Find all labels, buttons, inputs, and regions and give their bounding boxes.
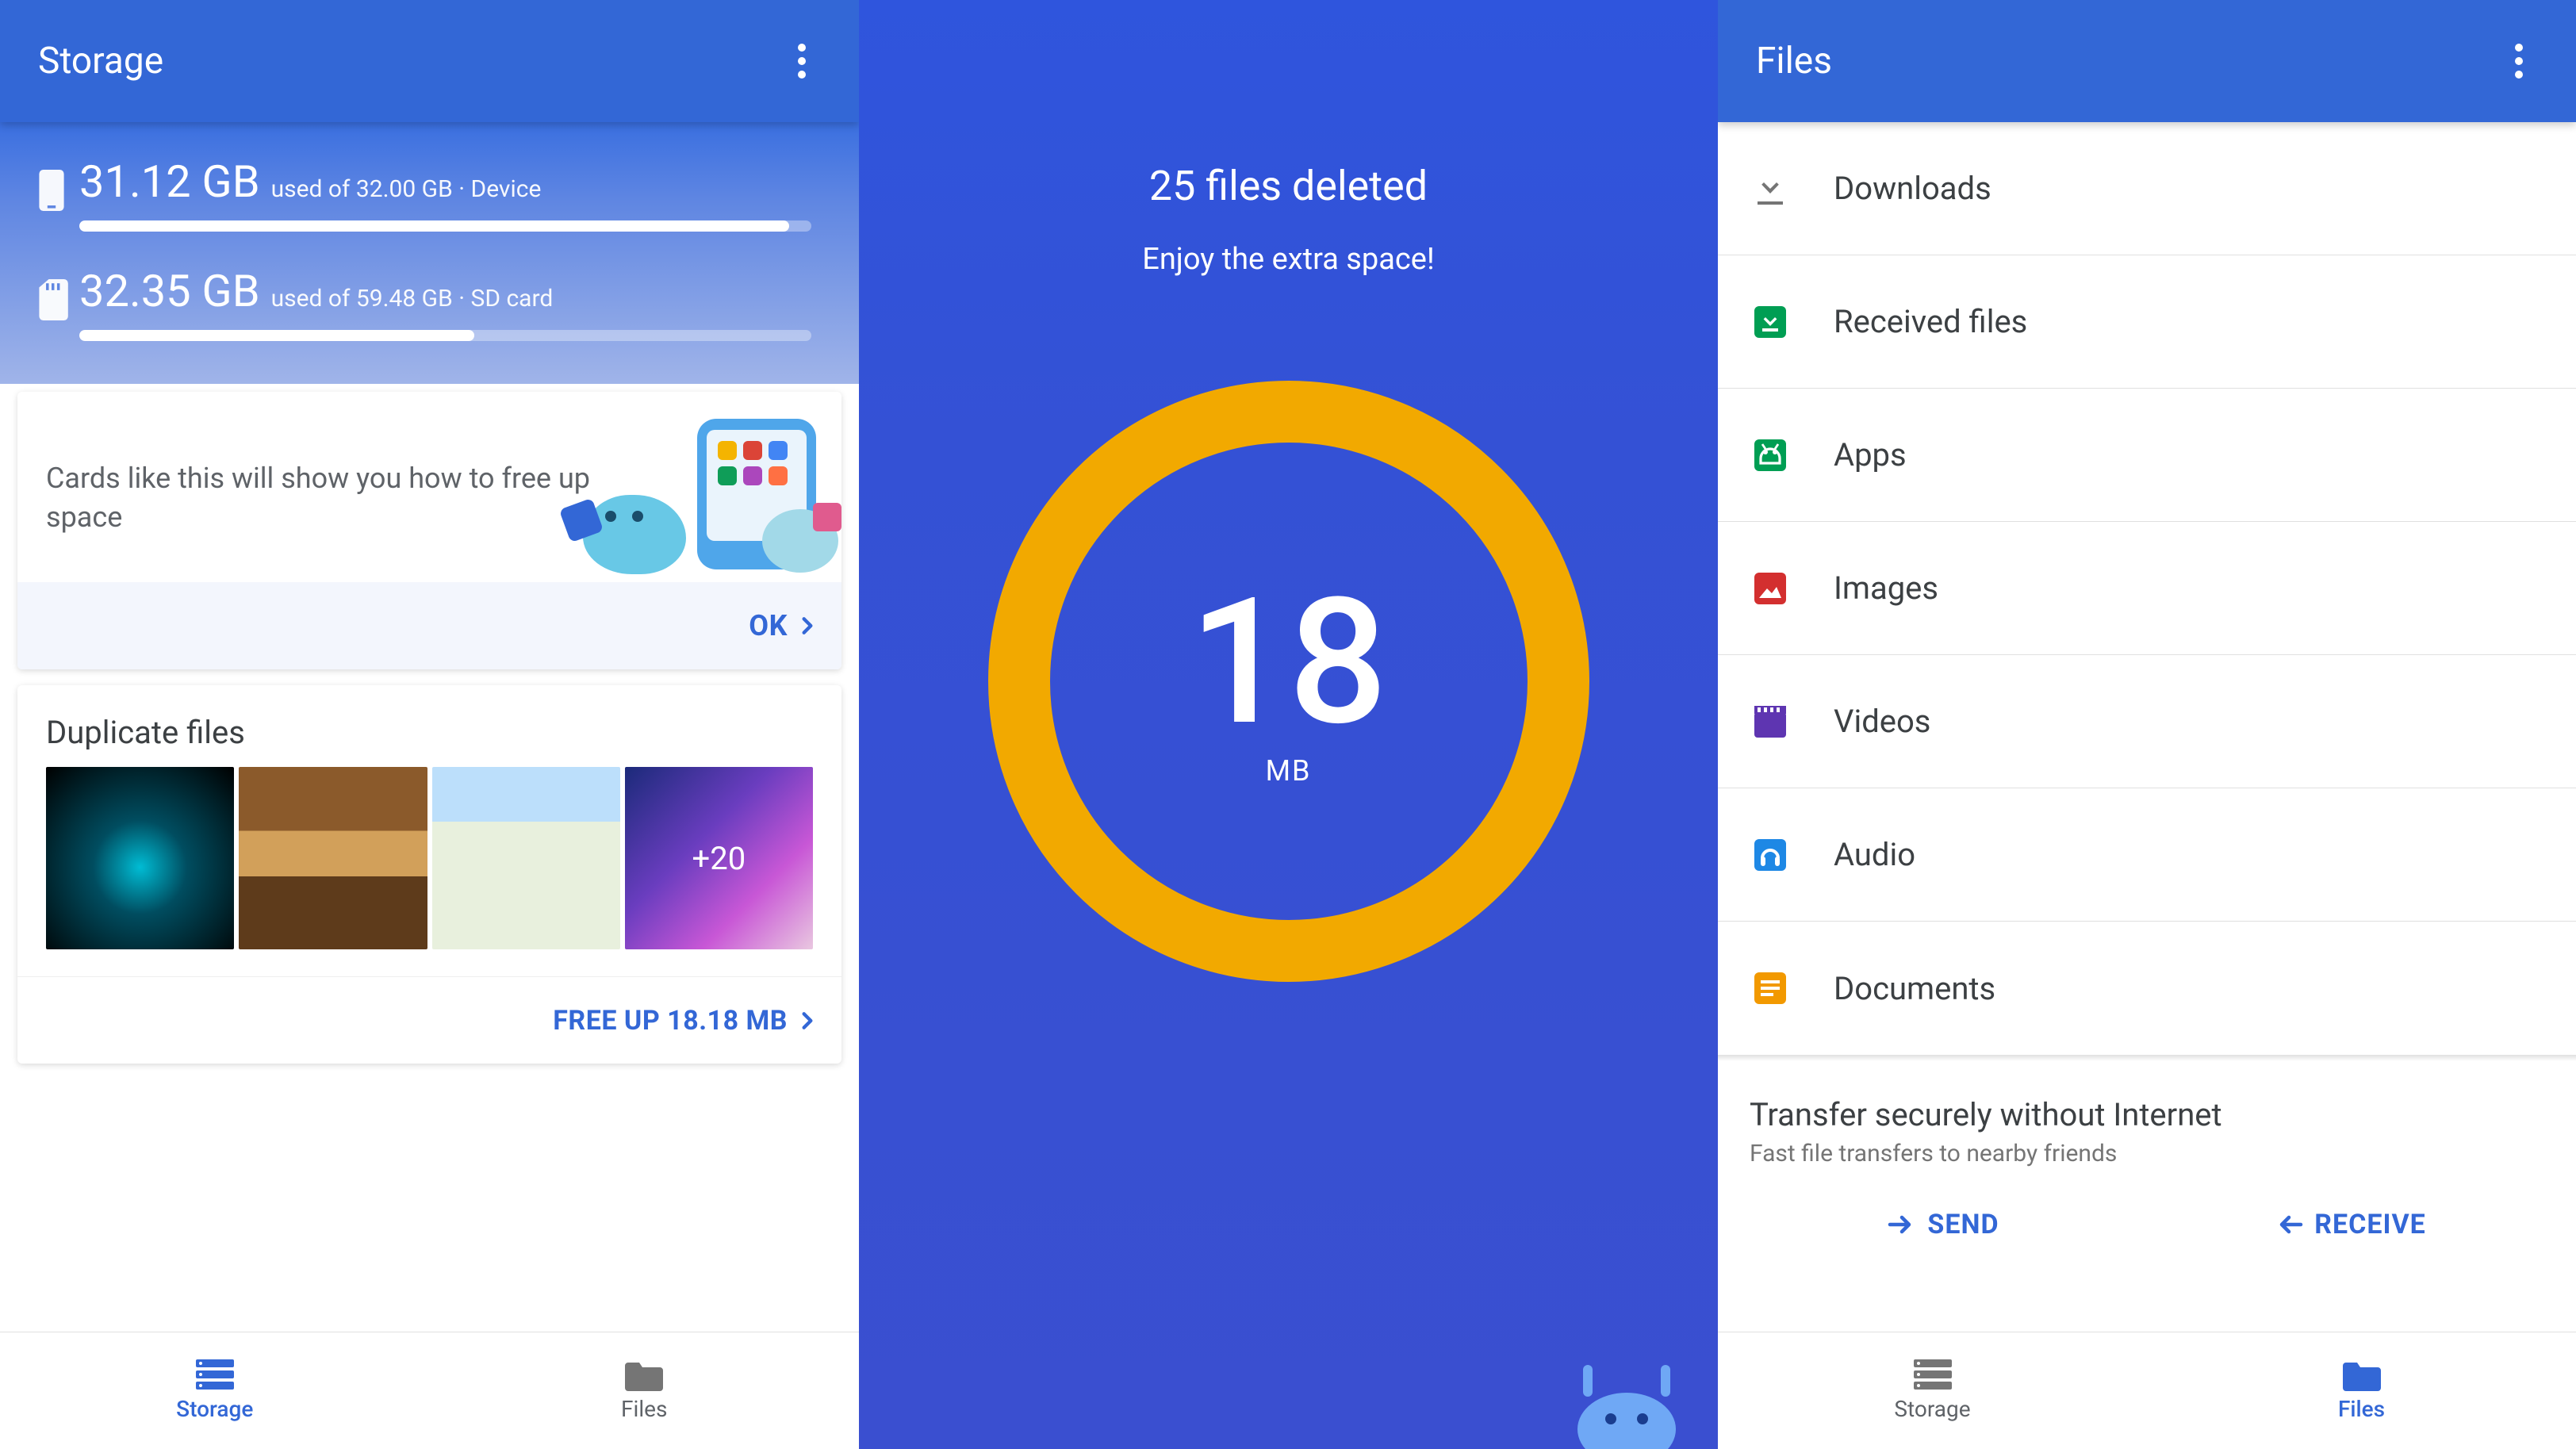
category-label: Received files <box>1834 303 2027 340</box>
more-vert-icon <box>798 44 806 79</box>
appbar-title: Files <box>1756 40 2494 82</box>
free-up-label: FREE UP 18.18 MB <box>553 1005 788 1037</box>
audio-icon <box>1748 833 1792 877</box>
free-up-button[interactable]: FREE UP 18.18 MB <box>17 976 841 1064</box>
storage-overview: 31.12 GB used of 32.00 GB · Device 32.35… <box>0 122 859 384</box>
documents-icon <box>1748 966 1792 1010</box>
tip-card-illustration <box>615 427 821 569</box>
category-apps[interactable]: Apps <box>1718 389 2576 522</box>
send-button[interactable]: SEND <box>1750 1204 2137 1245</box>
storage-screen: Storage 31.12 GB used of 32.00 GB · Devi… <box>0 0 859 1449</box>
tip-card-text: Cards like this will show you how to fre… <box>46 459 607 536</box>
category-downloads[interactable]: Downloads <box>1718 122 2576 255</box>
thumbnail-overflow[interactable]: +20 <box>625 767 813 949</box>
receive-label: RECEIVE <box>2314 1209 2426 1240</box>
received-files-icon <box>1748 300 1792 344</box>
device-icon <box>24 155 79 211</box>
duplicate-files-title: Duplicate files <box>17 714 841 767</box>
duplicate-thumbnails[interactable]: +20 <box>17 767 841 976</box>
transfer-section: Transfer securely without Internet Fast … <box>1718 1061 2576 1245</box>
category-documents[interactable]: Documents <box>1718 922 2576 1055</box>
tip-card-ok-button[interactable]: OK <box>17 582 841 669</box>
device-total: used of 32.00 GB · Device <box>271 175 542 203</box>
category-images[interactable]: Images <box>1718 522 2576 655</box>
storage-device-row[interactable]: 31.12 GB used of 32.00 GB · Device <box>24 144 835 254</box>
nav-storage-label: Storage <box>1894 1396 1970 1422</box>
category-received[interactable]: Received files <box>1718 255 2576 389</box>
more-button[interactable] <box>2494 36 2544 86</box>
category-label: Apps <box>1834 436 1907 473</box>
category-label: Downloads <box>1834 170 1991 207</box>
storage-icon <box>1914 1359 1952 1391</box>
thumbnail[interactable] <box>239 767 427 949</box>
apps-icon <box>1748 433 1792 477</box>
chevron-right-icon <box>797 1010 818 1031</box>
appbar: Storage <box>0 0 859 122</box>
transfer-title: Transfer securely without Internet <box>1750 1096 2544 1133</box>
images-icon <box>1748 566 1792 611</box>
nav-storage-label: Storage <box>176 1396 253 1422</box>
bottom-nav: Storage Files <box>0 1332 859 1449</box>
category-audio[interactable]: Audio <box>1718 788 2576 922</box>
transfer-subtitle: Fast file transfers to nearby friends <box>1750 1140 2544 1167</box>
thumbnail[interactable] <box>46 767 234 949</box>
category-list: Downloads Received files Apps Images Vid… <box>1718 122 2576 1055</box>
device-used: 31.12 GB <box>79 155 260 208</box>
mascot-icon <box>1567 1362 1686 1449</box>
send-label: SEND <box>1927 1209 1999 1240</box>
sd-total: used of 59.48 GB · SD card <box>271 285 554 312</box>
category-label: Images <box>1834 569 1938 607</box>
category-label: Audio <box>1834 836 1915 873</box>
thumbnail[interactable] <box>432 767 620 949</box>
tip-card: Cards like this will show you how to fre… <box>17 392 841 669</box>
duplicate-files-card: Duplicate files +20 FREE UP 18.18 MB <box>17 685 841 1064</box>
videos-icon <box>1748 700 1792 744</box>
folder-icon <box>2343 1359 2381 1391</box>
cleanup-result-screen: 25 files deleted Enjoy the extra space! … <box>859 0 1718 1449</box>
nav-storage-tab[interactable]: Storage <box>0 1332 430 1449</box>
device-progress <box>79 220 811 232</box>
bottom-nav: Storage Files <box>1718 1332 2576 1449</box>
deleted-subtitle: Enjoy the extra space! <box>1142 242 1435 277</box>
chevron-right-icon <box>797 615 818 636</box>
sd-card-icon <box>24 265 79 320</box>
appbar: Files <box>1718 0 2576 122</box>
nav-files-tab[interactable]: Files <box>430 1332 860 1449</box>
folder-icon <box>625 1359 663 1391</box>
appbar-title: Storage <box>38 40 776 82</box>
category-videos[interactable]: Videos <box>1718 655 2576 788</box>
send-icon <box>1888 1213 1916 1236</box>
receive-button[interactable]: RECEIVE <box>2156 1204 2544 1245</box>
nav-files-label: Files <box>621 1396 667 1422</box>
more-vert-icon <box>2515 44 2523 79</box>
sd-progress <box>79 330 811 341</box>
storage-icon <box>196 1359 234 1391</box>
files-screen: Files Downloads Received files Apps <box>1718 0 2576 1449</box>
sd-used: 32.35 GB <box>79 265 260 317</box>
more-button[interactable] <box>776 36 827 86</box>
cleanup-ring: 18 MB <box>979 372 1598 991</box>
nav-files-tab[interactable]: Files <box>2147 1332 2576 1449</box>
nav-files-label: Files <box>2338 1396 2385 1422</box>
freed-amount: 18 <box>1189 575 1387 749</box>
download-icon <box>1748 167 1792 211</box>
storage-sd-row[interactable]: 32.35 GB used of 59.48 GB · SD card <box>24 254 835 363</box>
tip-card-ok-label: OK <box>749 609 788 642</box>
receive-icon <box>2275 1213 2303 1236</box>
category-label: Documents <box>1834 970 1995 1007</box>
deleted-heading: 25 files deleted <box>1149 162 1428 210</box>
nav-storage-tab[interactable]: Storage <box>1718 1332 2147 1449</box>
category-label: Videos <box>1834 703 1930 740</box>
